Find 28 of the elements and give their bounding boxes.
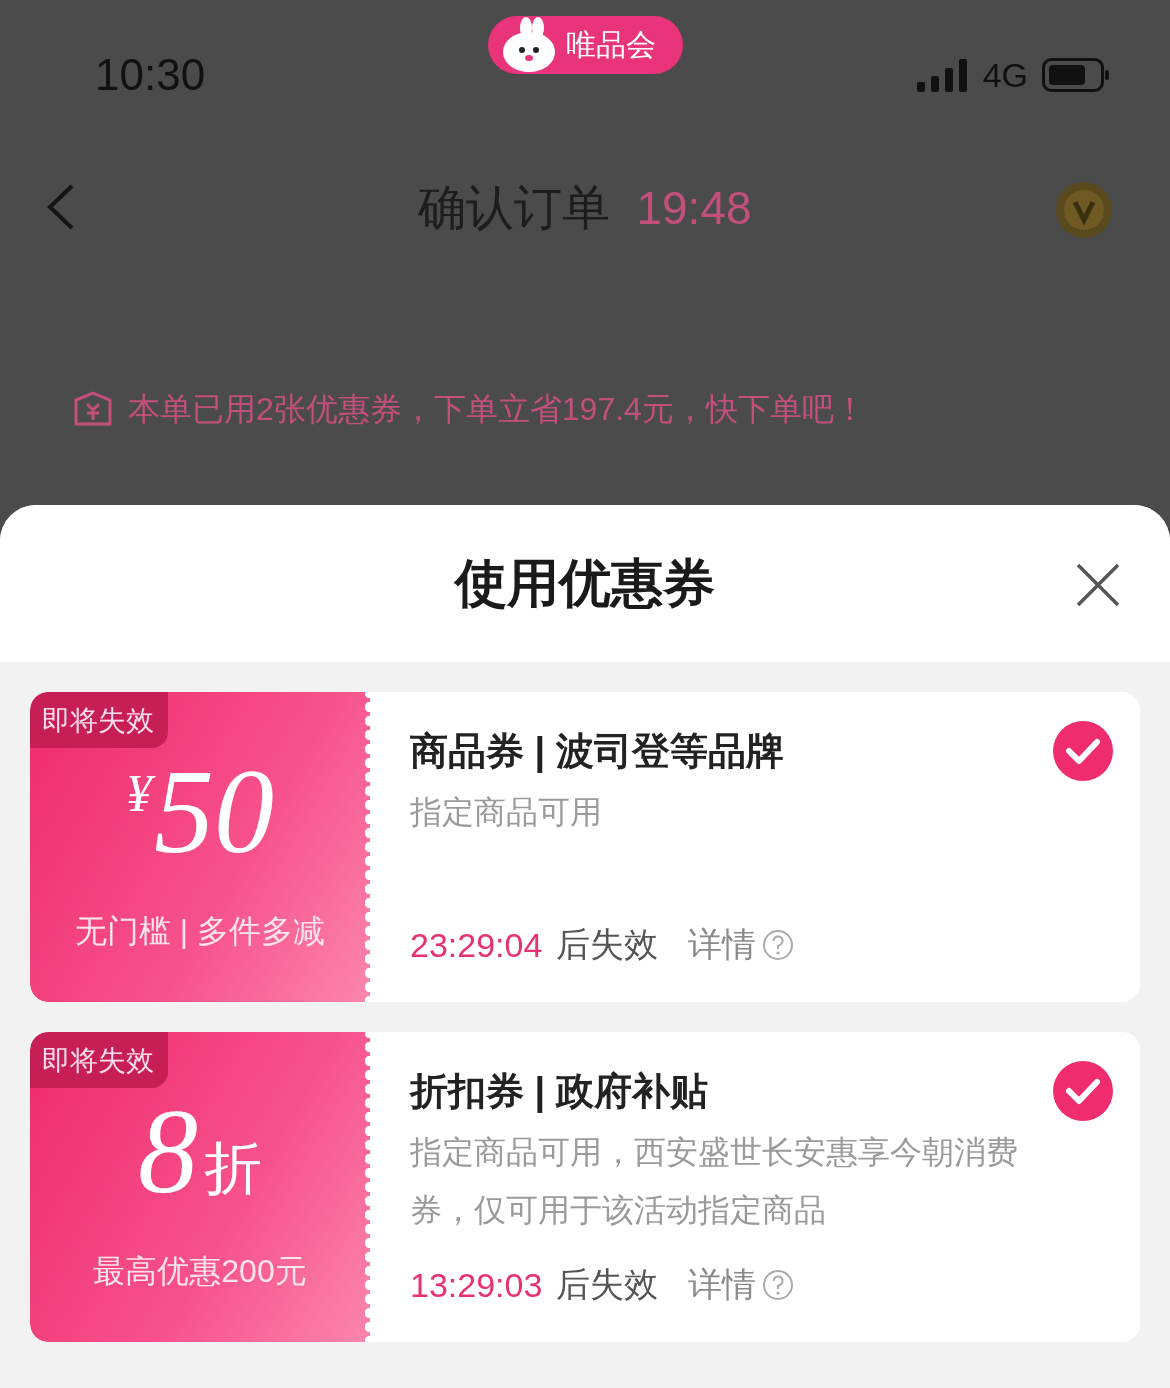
expiry-label: 后失效	[556, 924, 659, 965]
close-icon[interactable]	[1076, 563, 1120, 607]
countdown-timer: 19:48	[636, 180, 752, 235]
checkbox[interactable]	[1052, 1060, 1114, 1122]
coupon-title: 商品券 | 波司登等品牌	[410, 729, 784, 775]
app-badge[interactable]: 唯品会	[488, 16, 683, 74]
coupon-title: 折扣券 | 政府补贴	[410, 1069, 708, 1115]
help-icon	[762, 1269, 795, 1301]
expiry-label: 后失效	[556, 1264, 659, 1305]
coupon-condition: 最高优惠200元	[93, 1252, 307, 1291]
clock-time: 10:30	[95, 50, 206, 100]
sheet-title: 使用优惠券	[455, 552, 715, 614]
expiry-countdown: 23:29:04	[410, 925, 543, 965]
coupon-description: 指定商品可用	[410, 793, 603, 832]
signal-icon	[916, 58, 969, 92]
coupon-description: 指定商品可用，西安盛世长安惠享今朝消费券，仅可用于该活动指定商品	[410, 1133, 1019, 1230]
discount-unit: 折	[204, 1134, 262, 1202]
network-label: 4G	[982, 55, 1028, 95]
details-link[interactable]: 详情	[688, 922, 795, 968]
expiring-badge: 即将失效	[30, 692, 168, 748]
expiry-countdown: 13:29:03	[410, 1265, 543, 1305]
expiring-badge: 即将失效	[30, 1032, 168, 1088]
savings-message: 本单已用2张优惠券，下单立省197.4元，快下单吧！	[128, 390, 866, 429]
battery-icon	[1042, 58, 1110, 92]
coupon-condition: 无门槛 | 多件多减	[74, 912, 326, 951]
checkbox[interactable]	[1052, 720, 1114, 782]
details-link[interactable]: 详情	[688, 1262, 795, 1308]
help-icon	[762, 929, 795, 961]
